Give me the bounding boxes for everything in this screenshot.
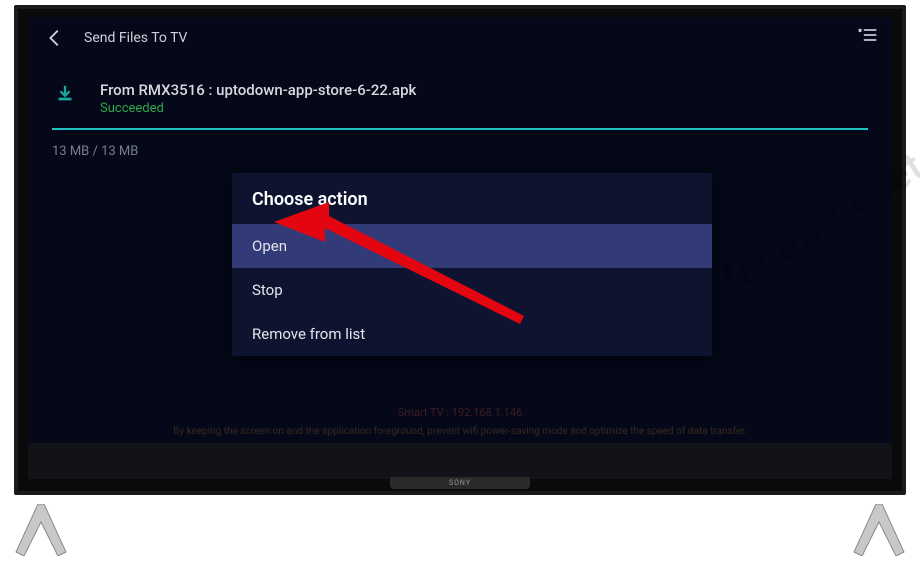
tv-frame: Send Files To TV From RMX3516 : uptodown… [14,5,906,495]
dialog-title: Choose action [232,173,712,224]
footer-hint-text: By keeping the screen on and the applica… [28,426,892,437]
list-settings-icon[interactable] [858,27,878,43]
transfer-title: From RMX3516 : uptodown-app-store-6-22.a… [100,81,416,99]
back-arrow-icon[interactable] [44,27,66,49]
progress-bar [52,128,868,130]
app-header: Send Files To TV [28,17,892,59]
tv-brand-label: SONY [449,479,471,487]
dialog-item-remove[interactable]: Remove from list [232,312,712,356]
transfer-row[interactable]: From RMX3516 : uptodown-app-store-6-22.a… [54,81,866,128]
transfer-texts: From RMX3516 : uptodown-app-store-6-22.a… [100,81,416,116]
tv-screen: Send Files To TV From RMX3516 : uptodown… [28,17,892,479]
footer-device-info: Smart TV : 192.168.1.146 [28,406,892,419]
tv-stand-left [14,504,68,556]
transfer-status: Succeeded [100,101,416,116]
header-title: Send Files To TV [84,30,187,46]
dialog-item-open[interactable]: Open [232,224,712,268]
download-icon [54,83,76,105]
tv-stand-right [852,504,906,556]
tv-logo-strip: SONY [390,477,530,489]
bottom-bar [28,443,892,479]
dialog-item-stop[interactable]: Stop [232,268,712,312]
transfer-size: 13 MB / 13 MB [52,144,892,159]
choose-action-dialog: Choose action Open Stop Remove from list [232,173,712,356]
